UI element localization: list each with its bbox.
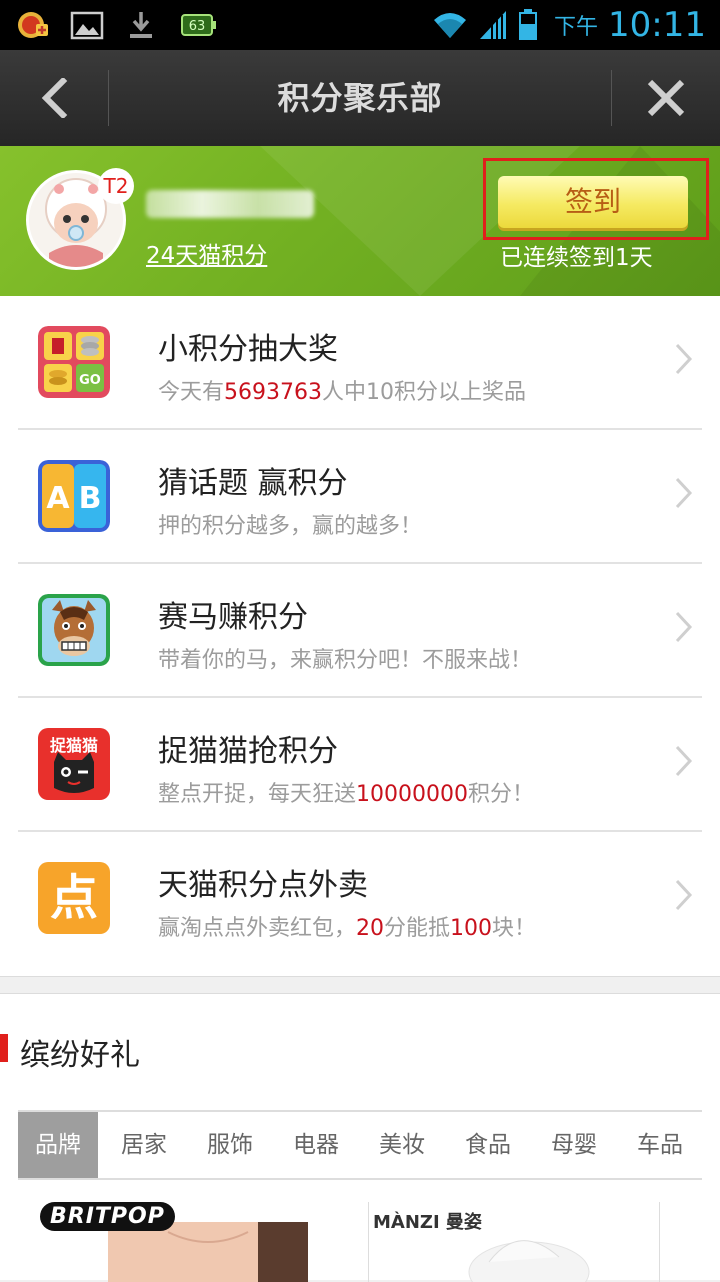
tab-food[interactable]: 食品 <box>448 1112 528 1178</box>
clock-time: 10:11 <box>608 5 706 45</box>
item-subtitle: 今天有5693763人中10积分以上奖品 <box>158 380 526 405</box>
brand-logo: MÀNZI 曼姿 <box>373 1212 482 1233</box>
username-blurred <box>146 190 314 218</box>
tab-electronics[interactable]: 电器 <box>276 1112 356 1178</box>
close-icon <box>647 79 685 117</box>
item-subtitle: 押的积分越多，赢的越多！ <box>158 514 423 539</box>
tab-auto[interactable]: 车品 <box>620 1112 700 1178</box>
highlight-number: 10000000 <box>356 782 468 807</box>
list-item-catch-cat[interactable]: 捉猫猫 捉猫猫抢积分 整点开捉，每天狂送10000000积分！ <box>0 698 720 832</box>
tab-home[interactable]: 居家 <box>104 1112 184 1178</box>
tab-beauty[interactable]: 美妆 <box>362 1112 442 1178</box>
product-card[interactable]: MÀNZI 曼姿 <box>368 1202 660 1282</box>
section-marker <box>0 1034 8 1062</box>
download-icon <box>130 12 152 38</box>
section-separator <box>0 976 720 994</box>
item-subtitle: 赢淘点点外卖红包，20分能抵100块！ <box>158 916 537 941</box>
catch-cat-icon: 捉猫猫 <box>38 728 110 800</box>
checkin-button[interactable]: 签到 <box>498 176 688 228</box>
level-badge: T2 <box>98 168 134 204</box>
gifts-section: 缤纷好礼 品牌 居家 服饰 电器 美妆 食品 母婴 车品 BRITPOP MÀN… <box>0 994 720 1282</box>
product-card[interactable]: BRITPOP <box>18 1202 348 1282</box>
battery-percent-label: 63 <box>189 19 206 34</box>
activity-list: GO 小积分抽大奖 今天有5693763人中10积分以上奖品 A B 猜话题 赢… <box>0 296 720 976</box>
title-divider-left <box>108 70 109 126</box>
tab-brand[interactable]: 品牌 <box>18 1112 98 1178</box>
image-icon <box>70 11 104 40</box>
item-title: 小积分抽大奖 <box>158 332 338 367</box>
item-subtitle: 带着你的马，来赢积分吧！不服来战！ <box>158 648 533 673</box>
horse-icon <box>38 594 110 666</box>
list-item-lottery[interactable]: GO 小积分抽大奖 今天有5693763人中10积分以上奖品 <box>0 296 720 430</box>
takeout-icon-label: 点 <box>49 870 98 926</box>
title-bar: 积分聚乐部 <box>0 50 720 146</box>
list-item-horse-race[interactable]: 赛马赚积分 带着你的马，来赢积分吧！不服来战！ <box>0 564 720 698</box>
chevron-right-icon <box>675 611 693 643</box>
chevron-right-icon <box>675 477 693 509</box>
svg-text:A: A <box>46 481 70 516</box>
item-title: 猜话题 赢积分 <box>158 466 348 501</box>
user-header: T2 24天猫积分 签到 已连续签到1天 <box>0 146 720 296</box>
brand-logo: BRITPOP <box>40 1202 175 1231</box>
highlight-number: 20 <box>356 916 385 941</box>
tab-apparel[interactable]: 服饰 <box>190 1112 270 1178</box>
tab-baby[interactable]: 母婴 <box>534 1112 614 1178</box>
wifi-icon <box>434 13 466 38</box>
battery-icon <box>519 9 537 40</box>
points-link[interactable]: 24天猫积分 <box>146 236 267 270</box>
chevron-right-icon <box>675 879 693 911</box>
item-title: 捉猫猫抢积分 <box>158 734 338 769</box>
lottery-icon: GO <box>38 326 110 398</box>
app-badge-icon <box>18 12 48 38</box>
close-button[interactable] <box>612 50 720 146</box>
category-tabs: 品牌 居家 服饰 电器 美妆 食品 母婴 车品 <box>18 1110 702 1180</box>
chevron-left-icon <box>41 78 68 118</box>
chevron-right-icon <box>675 745 693 777</box>
clock-ampm: 下午 <box>554 15 599 40</box>
list-item-guess-topic[interactable]: A B 猜话题 赢积分 押的积分越多，赢的越多！ <box>0 430 720 564</box>
signal-icon <box>480 11 506 39</box>
item-subtitle: 整点开捉，每天狂送10000000积分！ <box>158 782 535 807</box>
svg-text:B: B <box>79 481 102 516</box>
item-title: 赛马赚积分 <box>158 600 308 635</box>
section-title: 缤纷好礼 <box>20 1038 140 1073</box>
page-title: 积分聚乐部 <box>277 79 443 117</box>
status-bar: 63 下午 10:11 <box>0 0 720 50</box>
chevron-right-icon <box>675 343 693 375</box>
checkin-status: 已连续签到1天 <box>500 245 653 271</box>
ab-quiz-icon: A B <box>38 460 110 532</box>
svg-text:GO: GO <box>79 373 101 388</box>
back-button[interactable] <box>0 50 108 146</box>
highlight-number: 5693763 <box>224 380 322 405</box>
takeout-icon: 点 <box>38 862 110 934</box>
item-title: 天猫积分点外卖 <box>158 868 368 903</box>
highlight-number: 100 <box>450 916 493 941</box>
battery-app-icon: 63 <box>181 14 216 36</box>
list-item-takeout[interactable]: 点 天猫积分点外卖 赢淘点点外卖红包，20分能抵100块！ <box>0 832 720 966</box>
